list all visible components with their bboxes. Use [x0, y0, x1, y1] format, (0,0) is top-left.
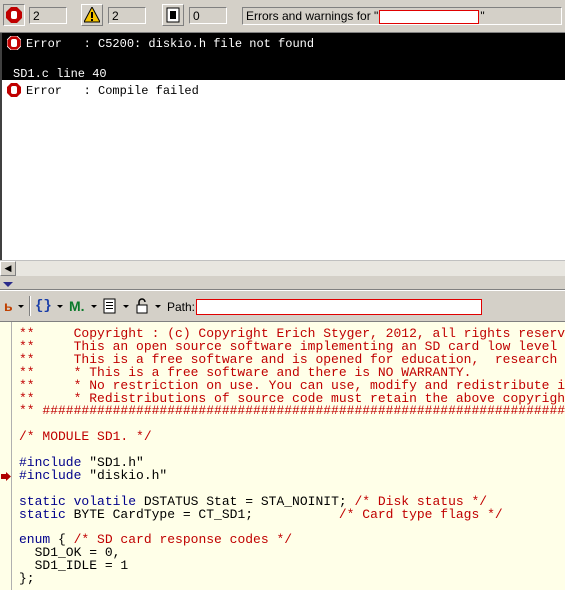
code-token: ** #####################################…	[19, 403, 565, 419]
editor-gutter[interactable]	[0, 322, 12, 590]
lock-icon[interactable]	[136, 298, 150, 314]
messages-list[interactable]: Error : C5200: diskio.h file not found S…	[0, 33, 565, 260]
editor-toolbar: ь {} M. Path:	[0, 292, 565, 322]
message-row-1[interactable]: Error : Compile failed	[2, 80, 565, 100]
message-detail: SD1.c line 40	[13, 67, 107, 81]
code-line[interactable]: SD1_IDLE = 1	[19, 558, 129, 574]
filter-prefix: Errors and warnings for "	[246, 9, 379, 23]
path-input[interactable]	[196, 299, 482, 315]
braces-icon[interactable]: {}	[35, 298, 52, 314]
filter-field: Errors and warnings for " "	[242, 7, 562, 25]
horizontal-scrollbar[interactable]: ◀	[0, 260, 565, 276]
scroll-left-button[interactable]: ◀	[0, 261, 16, 276]
code-token: #include	[19, 467, 82, 483]
code-line[interactable]: /* MODULE SD1. */	[19, 430, 152, 443]
warning-icon	[84, 7, 100, 23]
code-line[interactable]: #include "diskio.h"	[19, 469, 167, 482]
code-token: /* Card type flags */	[338, 506, 503, 522]
code-token: static	[19, 506, 66, 522]
errors-filter-button[interactable]	[3, 4, 25, 26]
code-line[interactable]: static BYTE CardType = CT_SD1; /* Card t…	[19, 508, 503, 521]
current-line-arrow-icon	[1, 472, 11, 481]
warnings-filter-button[interactable]	[81, 4, 103, 26]
chevron-down-icon[interactable]	[18, 305, 24, 308]
chevron-down-icon[interactable]	[123, 305, 129, 308]
chevron-down-icon[interactable]	[57, 305, 63, 308]
message-text: Error : C5200: diskio.h file not found	[26, 37, 315, 51]
warnings-count: 2	[108, 7, 146, 24]
panel-splitter[interactable]	[0, 276, 565, 292]
code-token: BYTE CardType = CT_SD1;	[65, 506, 339, 522]
code-line[interactable]: };	[19, 572, 35, 585]
splitter-line	[0, 289, 565, 291]
info-document-icon	[166, 7, 180, 23]
error-stop-icon	[7, 83, 21, 97]
filter-input[interactable]	[379, 9, 480, 24]
info-filter-button[interactable]	[162, 4, 184, 26]
macro-icon[interactable]: M.	[69, 298, 85, 314]
message-row-0[interactable]: Error : C5200: diskio.h file not found S…	[2, 33, 565, 81]
document-list-icon[interactable]	[103, 298, 117, 314]
code-token: SD1_IDLE = 1	[19, 558, 129, 574]
chevron-down-icon[interactable]	[91, 305, 97, 308]
chevron-down-icon[interactable]	[155, 305, 161, 308]
error-stop-icon	[6, 7, 22, 23]
code-token: /* MODULE SD1. */	[19, 429, 152, 445]
code-token: };	[19, 571, 35, 587]
code-line[interactable]: ** #####################################…	[19, 404, 565, 417]
errors-count: 2	[29, 7, 67, 24]
code-editor[interactable]: ** Copyright : (c) Copyright Erich Styge…	[0, 322, 565, 590]
filter-suffix: "	[480, 9, 485, 23]
marker-icon[interactable]: ь	[4, 298, 13, 314]
info-count: 0	[189, 7, 227, 24]
code-token: "diskio.h"	[81, 467, 168, 483]
path-label: Path:	[167, 300, 196, 314]
collapse-arrow-icon[interactable]	[3, 282, 13, 287]
error-stop-icon	[7, 36, 21, 50]
toolbar-separator	[29, 296, 31, 316]
message-text: Error : Compile failed	[26, 84, 199, 98]
messages-toolbar: 2 2 0 Errors and warnings for " "	[0, 0, 565, 33]
